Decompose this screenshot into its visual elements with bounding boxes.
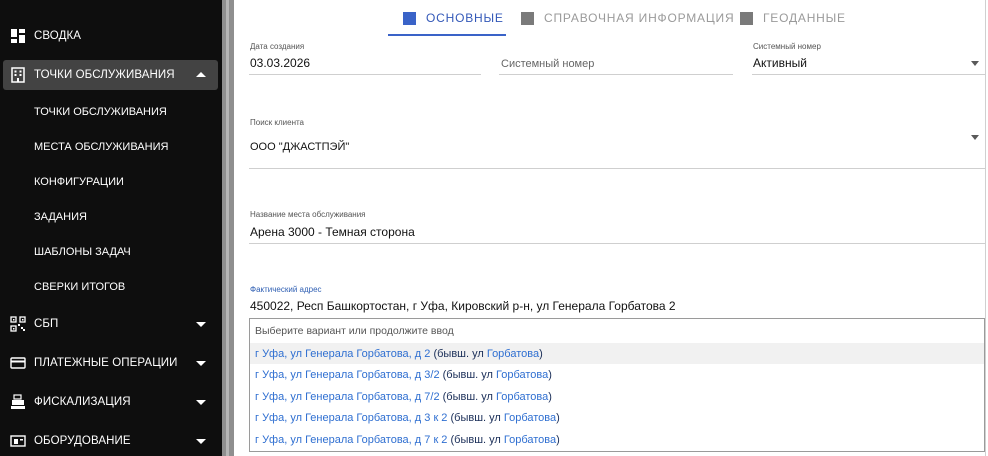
suggestion-text-segment: Горбатова	[503, 411, 557, 424]
address-input[interactable]: 450022, Респ Башкортостан, г Уфа, Кировс…	[250, 299, 676, 313]
sidebar-subitem-tasks[interactable]: Задания	[0, 204, 222, 230]
tab-icon	[740, 11, 753, 25]
suggestion-option[interactable]: г Уфа, ул Генерала Горбатова, д 3/2 (быв…	[250, 364, 984, 385]
client-search-label: Поиск клиента	[250, 118, 305, 127]
suggestion-text-segment: г Уфа, ул Генерала Горбатова, д 7/2	[255, 390, 440, 403]
suggestion-text-segment: Горбатова	[486, 347, 540, 360]
sidebar-item-label: Точки обслуживания	[34, 69, 175, 81]
created-date-label: Дата создания	[250, 42, 305, 51]
suggestion-text-segment: (бывш. ул	[430, 347, 487, 360]
suggestion-option[interactable]: г Уфа, ул Генерала Горбатова, д 2 (бывш.…	[250, 343, 984, 364]
tab-icon	[521, 11, 534, 25]
tab-reference-info[interactable]: Справочная информация	[521, 0, 734, 36]
suggestion-text-segment: (бывш. ул	[447, 433, 504, 446]
sidebar-subitem-configurations[interactable]: Конфигурации	[0, 169, 222, 195]
suggestion-text-segment: г Уфа, ул Генерала Горбатова, д 7 к 2	[255, 433, 448, 446]
suggestion-option[interactable]: г Уфа, ул Генерала Горбатова, д 7 к 2 (б…	[250, 429, 984, 450]
suggestion-text-segment: (бывш. ул	[447, 411, 504, 424]
qr-code-icon	[10, 316, 26, 332]
sidebar-subitem-service-points[interactable]: Точки обслуживания	[0, 99, 222, 125]
sidebar-scrollbar[interactable]	[222, 0, 234, 456]
sidebar: Сводка Точки обслуживания Точки обслужив…	[0, 0, 222, 456]
tab-main[interactable]: Основные	[403, 0, 504, 36]
suggestion-text-segment: Горбатова	[496, 390, 549, 403]
scrollbar-track	[226, 0, 229, 456]
suggestion-text-segment: (бывш. ул	[439, 368, 497, 381]
chevron-down-icon[interactable]	[196, 439, 206, 444]
active-tab-indicator	[388, 34, 506, 36]
created-date-underline	[249, 74, 481, 75]
address-label: Фактический адрес	[250, 285, 322, 294]
content-right-border	[985, 0, 986, 456]
sidebar-item-summary[interactable]: Сводка	[0, 21, 222, 51]
tab-geodata[interactable]: Геоданные	[740, 0, 846, 36]
chevron-down-icon[interactable]	[971, 61, 979, 66]
equipment-icon	[10, 435, 26, 447]
status-label: Системный номер	[753, 42, 821, 51]
suggestion-text-segment: )	[548, 368, 552, 381]
suggestion-option[interactable]: г Уфа, ул Генерала Горбатова, д 3 к 2 (б…	[250, 407, 984, 428]
suggestion-text-segment: Горбатова	[496, 368, 549, 381]
suggestion-text-segment: г Уфа, ул Генерала Горбатова, д 2	[255, 347, 431, 360]
suggestion-text-segment: )	[539, 347, 543, 360]
created-date-field[interactable]: 03.03.2026	[250, 56, 310, 70]
sidebar-subitem-service-places[interactable]: Места обслуживания	[0, 134, 222, 160]
system-number-field[interactable]: Системный номер	[501, 58, 594, 70]
chevron-down-icon[interactable]	[971, 135, 979, 140]
chevron-down-icon[interactable]	[196, 400, 206, 405]
dashboard-icon	[11, 29, 25, 43]
building-icon	[11, 67, 25, 83]
sidebar-item-sbp[interactable]: СБП	[0, 309, 222, 339]
suggestion-text-segment: )	[556, 411, 560, 424]
status-select[interactable]: Активный	[753, 56, 807, 70]
sidebar-item-label: Оборудование	[34, 435, 131, 447]
status-underline	[752, 74, 985, 75]
sidebar-item-fiscalization[interactable]: Фискализация	[0, 387, 222, 417]
place-name-underline	[249, 243, 985, 244]
chevron-down-icon[interactable]	[196, 322, 206, 327]
chevron-down-icon[interactable]	[196, 361, 206, 366]
suggestion-text-segment: г Уфа, ул Генерала Горбатова, д 3/2	[255, 368, 440, 381]
sidebar-item-label: СБП	[34, 318, 59, 330]
client-search-underline	[249, 168, 985, 169]
suggestion-text-segment: Горбатова	[503, 433, 557, 446]
suggestion-text-segment: г Уфа, ул Генерала Горбатова, д 3 к 2	[255, 411, 448, 424]
suggestion-text-segment: )	[548, 390, 552, 403]
suggestions-hint: Выберите вариант или продолжите ввод	[255, 325, 454, 337]
sidebar-item-label: Фискализация	[34, 396, 131, 408]
suggestion-text-segment: (бывш. ул	[439, 390, 497, 403]
address-suggestions: Выберите вариант или продолжите ввод г У…	[249, 318, 985, 452]
sidebar-item-service-points[interactable]: Точки обслуживания	[3, 60, 218, 90]
credit-card-icon	[10, 357, 26, 369]
sidebar-item-label: Платежные операции	[34, 357, 178, 369]
suggestion-option[interactable]: г Уфа, ул Генерала Горбатова, д 7/2 (быв…	[250, 386, 984, 407]
sidebar-item-label: Сводка	[34, 30, 82, 42]
chevron-up-icon[interactable]	[196, 72, 206, 77]
cash-register-icon	[11, 394, 25, 409]
sidebar-subitem-task-templates[interactable]: Шаблоны задач	[0, 239, 222, 265]
sidebar-item-payment-operations[interactable]: Платежные операции	[0, 348, 222, 378]
client-search-input[interactable]: ООО "ДЖАСТПЭЙ"	[250, 141, 349, 153]
suggestion-text-segment: )	[556, 433, 560, 446]
place-name-input[interactable]: Арена 3000 - Темная сторона	[250, 225, 415, 239]
sidebar-item-equipment[interactable]: Оборудование	[0, 426, 222, 456]
place-name-label: Название места обслуживания	[250, 210, 366, 219]
system-number-underline	[499, 74, 733, 75]
tab-icon	[403, 11, 416, 25]
sidebar-subitem-reconciliations[interactable]: Сверки итогов	[0, 274, 222, 300]
